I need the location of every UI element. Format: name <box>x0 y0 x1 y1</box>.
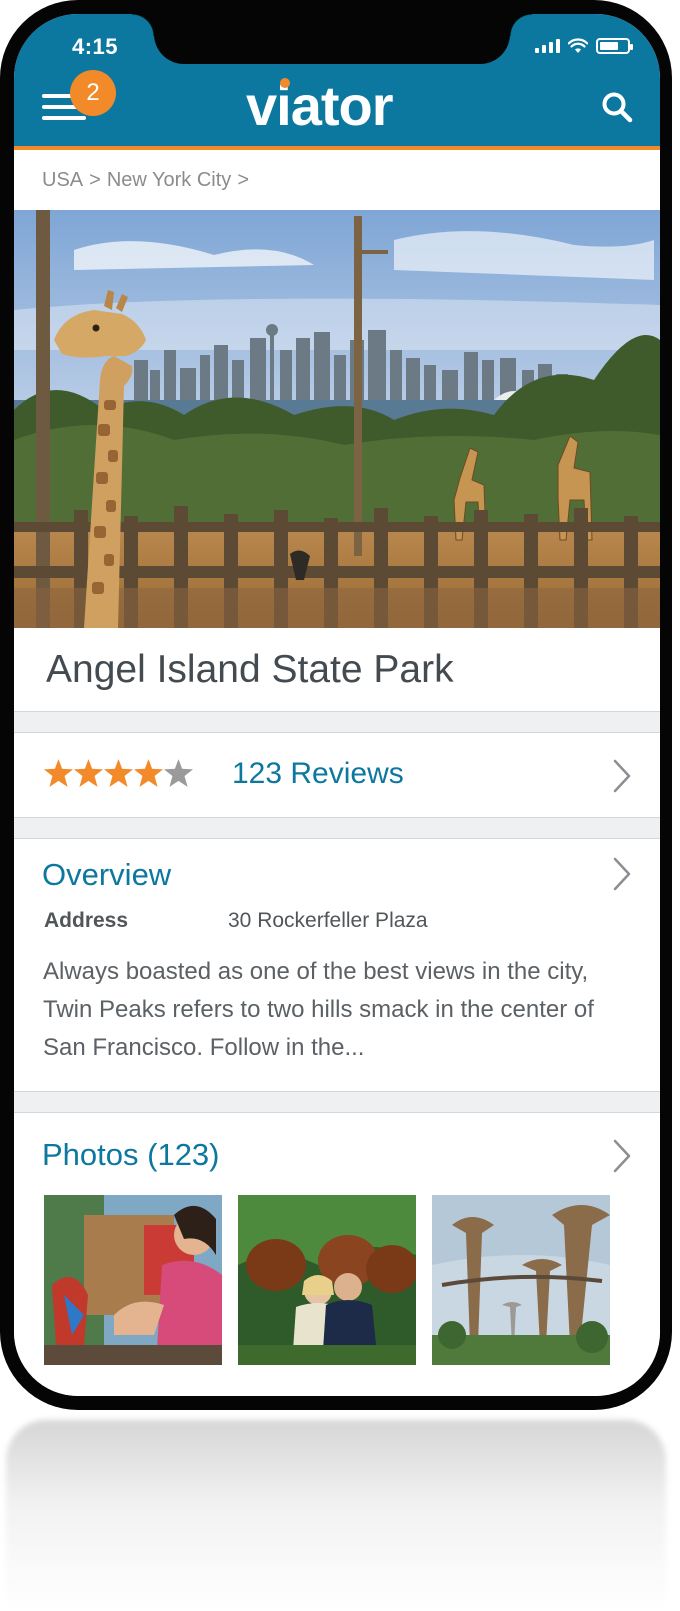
notification-badge: 2 <box>70 70 116 116</box>
star-filled-icon <box>44 759 73 787</box>
overview-section: Overview Address 30 Rockerfeller Plaza A… <box>14 838 660 1092</box>
status-icons <box>535 38 633 54</box>
breadcrumb: USA > New York City > <box>14 150 660 210</box>
giraffes-skyline-illustration <box>14 210 660 628</box>
photos-section: Photos (123) <box>14 1112 660 1396</box>
search-icon[interactable] <box>600 90 634 124</box>
wifi-icon <box>568 38 588 53</box>
phone-frame: 4:15 2 viator USA > New York City > Ange… <box>0 0 672 1410</box>
app-screen: 4:15 2 viator USA > New York City > Ange… <box>14 14 660 1396</box>
star-empty-icon <box>164 759 193 787</box>
address-value: 30 Rockerfeller Plaza <box>228 909 428 932</box>
phone-notch <box>132 14 532 64</box>
chevron-right-icon[interactable] <box>612 857 632 891</box>
reviews-row[interactable]: 123 Reviews <box>14 732 660 818</box>
title-card: Angel Island State Park <box>14 628 660 712</box>
breadcrumb-separator: > <box>237 168 249 191</box>
chevron-right-icon <box>613 759 631 793</box>
photos-heading[interactable]: Photos (123) <box>42 1137 220 1173</box>
breadcrumb-usa[interactable]: USA <box>42 169 83 192</box>
breadcrumb-new-york-city[interactable]: New York City <box>107 169 232 192</box>
overview-heading[interactable]: Overview <box>42 857 171 893</box>
star-filled-icon <box>134 759 163 787</box>
star-filled-icon <box>74 759 103 787</box>
viator-logo[interactable]: viator <box>246 76 393 136</box>
photo-thumbnail-supertrees[interactable] <box>432 1195 610 1365</box>
photo-thumbnails <box>44 1195 610 1365</box>
status-time: 4:15 <box>72 34 119 59</box>
overview-description: Always boasted as one of the best views … <box>43 958 594 1061</box>
photo-thumbnail-orangutans[interactable] <box>238 1195 416 1365</box>
phone-reflection <box>6 1420 666 1611</box>
hero-photo[interactable] <box>14 210 660 628</box>
attraction-title: Angel Island State Park <box>46 648 454 691</box>
star-rating <box>44 759 193 787</box>
chevron-right-icon[interactable] <box>612 1139 632 1173</box>
battery-icon <box>596 38 633 54</box>
reviews-link[interactable]: 123 Reviews <box>232 757 404 791</box>
cellular-signal-icon <box>535 39 560 53</box>
address-label: Address <box>44 909 129 932</box>
breadcrumb-separator: > <box>89 168 101 191</box>
star-filled-icon <box>104 759 133 787</box>
photo-thumbnail-parrots[interactable] <box>44 1195 222 1365</box>
logo-accent-dot <box>280 78 290 88</box>
